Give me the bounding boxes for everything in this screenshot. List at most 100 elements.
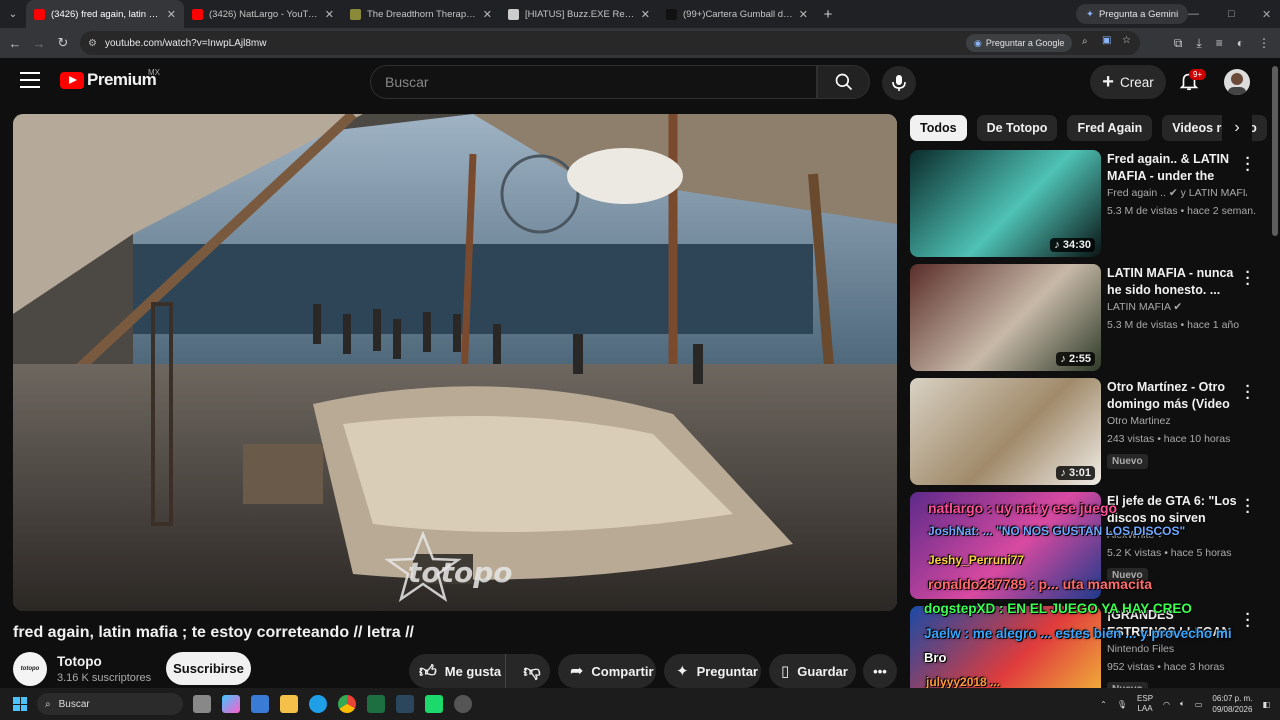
excel-icon[interactable] <box>367 695 385 713</box>
recommended-title[interactable]: Otro Martínez - Otro domingo más (Video … <box>1107 379 1239 413</box>
recommended-title[interactable]: Fred again.. & LATIN MAFIA - under the f… <box>1107 151 1239 185</box>
reload-icon[interactable]: ↻ <box>51 35 75 51</box>
create-label: Crear <box>1119 74 1154 90</box>
edge-icon[interactable] <box>309 695 327 713</box>
browser-tab[interactable]: The Dreadthorn Therapist by T ✕ <box>342 0 500 28</box>
recommended-video[interactable]: ♪ 34:30 Fred again.. & LATIN MAFIA - unde… <box>910 150 1260 258</box>
more-vertical-icon[interactable]: · · · <box>1243 151 1253 178</box>
browser-tab[interactable]: (3426) fred again, latin mafia ; te ✕ <box>26 0 184 28</box>
close-tab-icon[interactable]: ✕ <box>641 8 650 21</box>
forward-icon[interactable]: → <box>27 36 51 51</box>
browser-tab[interactable]: (3426) NatLargo - YouTube ✕ <box>184 0 342 28</box>
share-button[interactable]: ➦ Compartir <box>558 654 656 688</box>
recommended-title[interactable]: LATIN MAFIA - nunca he sido honesto. ... <box>1107 265 1239 299</box>
channel-name[interactable]: Totopo <box>57 654 102 669</box>
page-scrollbar[interactable] <box>1270 58 1280 688</box>
search-button[interactable] <box>817 65 870 99</box>
ask-google-button[interactable]: ◉ Preguntar a Google <box>966 34 1073 52</box>
recommended-channel[interactable]: Otro Martinez <box>1107 415 1247 427</box>
notification-center-icon[interactable]: ◧ <box>1262 700 1270 709</box>
more-vertical-icon[interactable]: · · · <box>1243 265 1253 292</box>
volume-icon[interactable]: 🔈︎ <box>1180 699 1185 709</box>
recommended-video[interactable]: ♪ 2:55 LATIN MAFIA - nunca he sido honest… <box>910 264 1260 372</box>
new-tab-button[interactable]: + <box>816 6 840 23</box>
recommended-channel[interactable]: Nintendo Files <box>1107 643 1247 655</box>
more-actions-button[interactable]: ••• <box>863 654 897 688</box>
menu-icon[interactable] <box>20 72 40 92</box>
ask-button[interactable]: ✦ Preguntar <box>664 654 761 688</box>
chevron-right-icon[interactable]: › <box>1222 115 1252 141</box>
windows-start-icon[interactable] <box>13 697 27 711</box>
video-player[interactable]: totopo <box>13 114 897 611</box>
battery-icon[interactable]: ▭ <box>1195 700 1203 709</box>
recommended-title[interactable]: El jefe de GTA 6: "Los discos no sirven … <box>1107 493 1239 527</box>
more-vertical-icon[interactable]: · · · <box>1243 607 1253 634</box>
chrome-icon[interactable] <box>338 695 356 713</box>
dislike-button[interactable]: 👎︎ <box>514 654 550 688</box>
clock[interactable]: 06:07 p. m. 09/08/2026 <box>1212 693 1252 715</box>
taskbar-search[interactable]: ⌕ Buscar <box>37 693 183 715</box>
address-bar[interactable]: ⚙ youtube.com/watch?v=InwpLAjl8mw ◉ Preg… <box>80 31 1140 55</box>
steam-icon[interactable] <box>396 695 414 713</box>
file-explorer-icon[interactable] <box>280 695 298 713</box>
chrome-menu-icon[interactable]: ⋮ <box>1258 36 1270 50</box>
more-vertical-icon[interactable]: · · · <box>1243 493 1253 520</box>
maximize-button[interactable]: □ <box>1228 0 1235 28</box>
close-tab-icon[interactable]: ✕ <box>167 8 176 21</box>
subscribe-button[interactable]: Suscribirse <box>166 652 251 685</box>
video-thumbnail[interactable]: ♪ 2:55 <box>910 264 1101 371</box>
create-button[interactable]: + Crear <box>1090 65 1166 99</box>
tray-chevron-icon[interactable]: ⌃ <box>1100 700 1107 709</box>
extensions-icon[interactable]: ⧉ <box>1174 36 1183 51</box>
close-tab-icon[interactable]: ✕ <box>483 8 492 21</box>
minimize-button[interactable]: — <box>1188 0 1199 28</box>
close-tab-icon[interactable]: ✕ <box>799 8 808 21</box>
modrinth-icon[interactable] <box>425 695 443 713</box>
copilot-icon[interactable] <box>222 695 240 713</box>
search-icon <box>835 73 852 91</box>
browser-tab[interactable]: (99+)Cartera Gumball doblaje ✕ <box>658 0 816 28</box>
language-indicator[interactable]: ESP LAA <box>1137 694 1153 714</box>
tab-title: [HIATUS] Buzz.EXE Remake | Th <box>525 8 635 20</box>
chip-fred-again[interactable]: Fred Again <box>1067 115 1153 141</box>
account-avatar[interactable] <box>1224 69 1250 95</box>
close-tab-icon[interactable]: ✕ <box>325 8 334 21</box>
scrollbar-thumb[interactable] <box>1272 66 1278 236</box>
profile-icon[interactable]: ◐ <box>1237 36 1244 50</box>
like-button[interactable]: 👍︎ Me gusta <box>409 654 507 688</box>
video-thumbnail[interactable]: ♪ 34:30 <box>910 150 1101 257</box>
github-icon[interactable] <box>454 695 472 713</box>
more-vertical-icon[interactable]: · · · <box>1243 379 1253 406</box>
youtube-premium-logo[interactable]: Premium MX <box>60 68 160 90</box>
ask-gemini-button[interactable]: ✦ Pregunta a Gemini <box>1076 4 1189 24</box>
recommended-channel[interactable]: Fred again .. ✔ y LATIN MAFIA ✔ <box>1107 187 1247 199</box>
site-info-icon[interactable]: ⚙ <box>88 38 97 49</box>
task-view-icon[interactable] <box>193 695 211 713</box>
close-window-button[interactable]: ✕ <box>1262 0 1271 28</box>
recommended-channel[interactable]: LATIN MAFIA ✔ <box>1107 301 1247 313</box>
voice-search-button[interactable] <box>882 66 916 100</box>
save-button[interactable]: ▯ Guardar <box>769 654 856 688</box>
search-input[interactable]: Buscar <box>370 65 817 99</box>
tab-favicon-icon <box>666 8 677 20</box>
region-code: MX <box>148 68 160 77</box>
chip-from-totopo[interactable]: De Totopo <box>976 115 1058 141</box>
translate-icon[interactable]: ▣ <box>1102 35 1111 46</box>
browser-tab[interactable]: [HIATUS] Buzz.EXE Remake | Th ✕ <box>500 0 658 28</box>
back-icon[interactable]: ← <box>3 36 27 51</box>
wifi-icon[interactable]: ◠ <box>1163 700 1170 709</box>
channel-avatar[interactable]: totopo <box>13 652 47 686</box>
tab-search-menu[interactable]: ⌄ <box>0 0 26 28</box>
download-icon[interactable]: ⤓ <box>1196 36 1201 51</box>
chip-all[interactable]: Todos <box>910 115 967 141</box>
video-thumbnail[interactable]: ♪ 3:01 <box>910 378 1101 485</box>
bookmark-star-icon[interactable]: ☆ <box>1122 35 1131 46</box>
chat-message: Jaelw : me alegro ... estes bien ... y p… <box>924 626 1232 641</box>
reading-list-icon[interactable]: ≡ <box>1216 36 1223 50</box>
microphone-icon <box>892 75 906 91</box>
browser-tab-strip: ⌄ (3426) fred again, latin mafia ; te✕(3… <box>0 0 1280 28</box>
recommended-video[interactable]: ♪ 3:01 Otro Martínez - Otro domingo más (… <box>910 378 1260 486</box>
mic-tray-icon[interactable]: 🎙︎ <box>1117 700 1127 709</box>
zoom-icon[interactable]: ⌕ <box>1082 36 1088 47</box>
store-icon[interactable] <box>251 695 269 713</box>
